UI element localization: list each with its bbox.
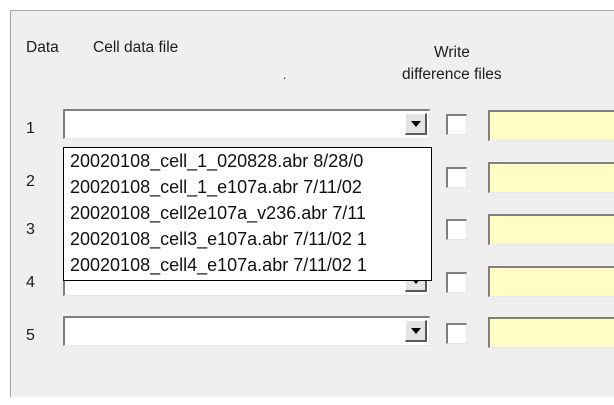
write-difference-checkbox[interactable] — [446, 272, 467, 293]
output-field[interactable] — [488, 214, 614, 245]
output-field[interactable] — [488, 110, 614, 141]
write-header-line1: Write — [434, 44, 470, 61]
row-number: 3 — [26, 221, 35, 238]
write-difference-checkbox[interactable] — [446, 323, 467, 344]
write-difference-checkbox[interactable] — [446, 219, 467, 240]
row-number: 5 — [26, 327, 35, 344]
dropdown-option[interactable]: 20020108_cell4_e107a.abr 7/11/02 1 — [64, 252, 431, 278]
write-difference-checkbox[interactable] — [446, 167, 467, 188]
row-number: 2 — [26, 173, 35, 190]
dropdown-option[interactable]: 20020108_cell_1_020828.abr 8/28/0 — [64, 148, 431, 174]
output-field[interactable] — [488, 266, 614, 297]
dropdown-option[interactable]: 20020108_cell_1_e107a.abr 7/11/02 — [64, 174, 431, 200]
output-field[interactable] — [488, 317, 614, 348]
cell-data-file-header: Cell data file — [93, 39, 179, 56]
dropdown-option[interactable]: 20020108_cell3_e107a.abr 7/11/02 1 — [64, 226, 431, 252]
stray-mark: . — [283, 68, 287, 82]
chevron-down-icon[interactable] — [405, 320, 427, 342]
row-number: 1 — [26, 120, 35, 137]
output-field[interactable] — [488, 162, 614, 193]
write-header-line2: difference files — [402, 66, 502, 83]
cell-data-file-select[interactable] — [63, 109, 430, 139]
chevron-down-icon[interactable] — [405, 113, 427, 135]
write-difference-checkbox[interactable] — [446, 114, 467, 135]
row-number: 4 — [26, 274, 35, 291]
cell-data-file-select[interactable] — [63, 316, 430, 346]
file-dropdown-list: 20020108_cell_1_020828.abr 8/28/0 200201… — [63, 147, 432, 281]
data-column-header: Data — [26, 39, 59, 56]
dropdown-option[interactable]: 20020108_cell2e107a_v236.abr 7/11 — [64, 200, 431, 226]
